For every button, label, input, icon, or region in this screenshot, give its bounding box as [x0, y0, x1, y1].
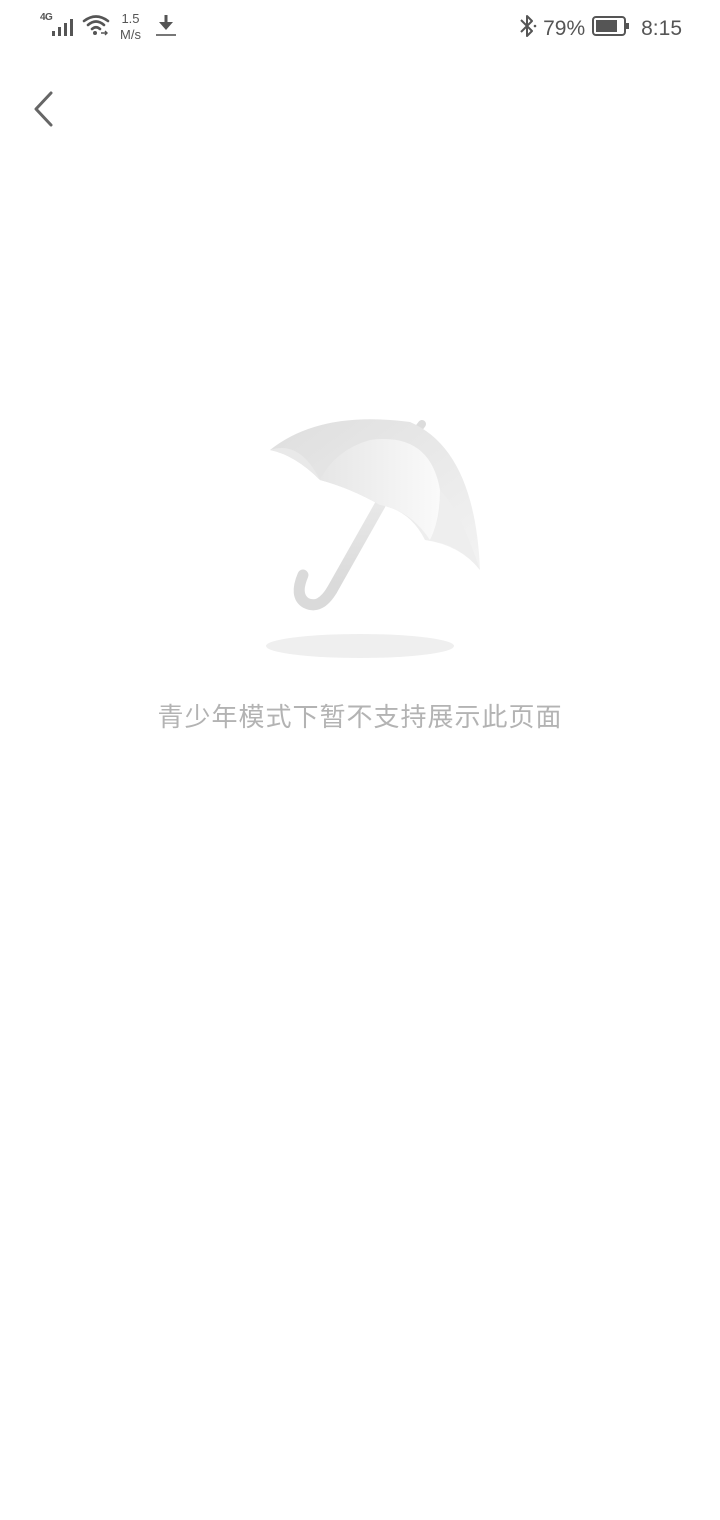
network-speed: 1.5 M/s — [120, 11, 141, 43]
empty-state-illustration — [260, 410, 490, 670]
speed-value: 1.5 — [121, 10, 140, 26]
wifi-icon — [82, 13, 110, 42]
battery-icon — [591, 14, 631, 43]
back-button[interactable] — [20, 84, 68, 138]
bluetooth-icon — [517, 13, 537, 44]
empty-state-message: 青少年模式下暂不支持展示此页面 — [157, 702, 563, 732]
umbrella-icon — [260, 419, 490, 674]
battery-percent: 79% — [543, 16, 586, 40]
clock: 8:15 — [641, 16, 682, 40]
signal-icon — [50, 16, 76, 43]
network-type: 4G — [40, 12, 53, 23]
chevron-left-icon — [31, 89, 57, 134]
status-bar-right: 79% 8:15 — [517, 13, 682, 44]
teen-mode-restricted-screen: 4G 1.5 M/s 79% 8:15 青少年模式下暂不支持展示此页面 — [0, 0, 720, 1520]
status-bar: 4G 1.5 M/s 79% 8:15 — [0, 0, 720, 56]
speed-unit: M/s — [120, 26, 141, 42]
download-icon — [155, 12, 177, 43]
status-bar-left: 4G 1.5 M/s — [40, 10, 177, 43]
